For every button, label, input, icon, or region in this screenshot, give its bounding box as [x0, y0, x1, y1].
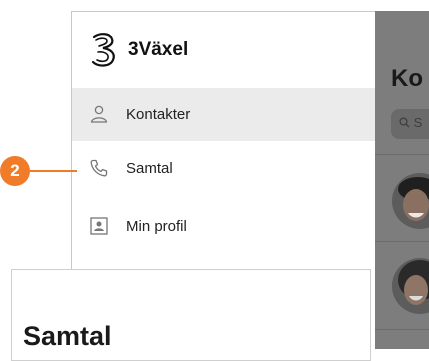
sidebar-item-samtal[interactable]: Samtal: [72, 142, 376, 195]
phone-icon: [90, 159, 108, 177]
sidebar-item-label: Samtal: [126, 160, 173, 177]
profile-card-icon: [90, 217, 108, 235]
avatar[interactable]: [392, 258, 429, 314]
divider: [375, 154, 429, 155]
step-callout: 2: [0, 156, 80, 186]
person-icon: [90, 105, 108, 123]
divider: [375, 241, 429, 242]
divider: [375, 329, 429, 330]
three-logo-icon: [91, 33, 115, 67]
sidebar-item-label: Min profil: [126, 218, 187, 235]
sidebar-item-label: Kontakter: [126, 106, 191, 123]
page-title: Ko: [391, 65, 423, 92]
avatar-image: [392, 173, 429, 229]
contacts-pane: Ko S: [375, 11, 429, 349]
avatar[interactable]: [392, 173, 429, 229]
zoomed-title-panel: Samtal: [11, 269, 371, 361]
step-badge: 2: [0, 156, 30, 186]
search-placeholder: S: [399, 115, 422, 130]
sidebar-item-min-profil[interactable]: Min profil: [72, 200, 376, 253]
brand: 3Växel: [86, 30, 188, 70]
search-input[interactable]: S: [391, 109, 429, 139]
panel-title: Samtal: [23, 321, 112, 351]
brand-name: 3Växel: [128, 39, 189, 60]
search-icon: [399, 117, 410, 128]
sidebar-item-kontakter[interactable]: Kontakter: [72, 88, 376, 141]
avatar-image: [392, 258, 429, 314]
callout-leader-line: [29, 170, 77, 172]
